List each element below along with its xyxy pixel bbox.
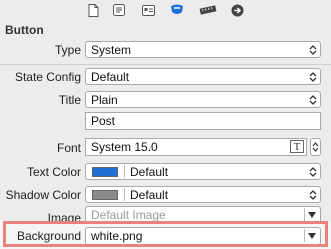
shadow-color-value: Default bbox=[130, 188, 169, 202]
section-title: Button bbox=[5, 23, 44, 37]
title-label: Title bbox=[58, 93, 81, 107]
text-color-popup[interactable]: Default bbox=[85, 163, 321, 180]
shadow-color-popup[interactable]: Default bbox=[85, 186, 321, 203]
text-color-value: Default bbox=[130, 165, 169, 179]
color-swatch bbox=[92, 190, 118, 200]
type-value: System bbox=[91, 43, 132, 57]
font-field[interactable]: System 15.0 T bbox=[85, 138, 307, 156]
up-down-chevron-icon bbox=[307, 93, 318, 106]
up-down-chevron-icon bbox=[307, 70, 318, 83]
identity-icon[interactable] bbox=[141, 3, 155, 17]
quick-help-icon[interactable] bbox=[112, 3, 126, 17]
highlight-box bbox=[3, 221, 328, 247]
title-value: Plain bbox=[91, 93, 118, 107]
attributes-icon[interactable] bbox=[170, 3, 184, 17]
up-down-chevron-icon bbox=[307, 188, 318, 201]
divider bbox=[124, 188, 125, 201]
state-config-popup[interactable]: Default bbox=[85, 68, 321, 85]
color-swatch bbox=[92, 167, 118, 177]
file-icon[interactable] bbox=[86, 3, 100, 17]
connections-arrow-icon[interactable] bbox=[230, 3, 244, 17]
shadow-color-label: Shadow Color bbox=[5, 188, 81, 202]
up-down-chevron-icon bbox=[307, 165, 318, 178]
type-popup[interactable]: System bbox=[85, 41, 321, 58]
button-section-header: Button bbox=[0, 20, 331, 38]
state-config-value: Default bbox=[91, 70, 130, 84]
inspector-toolbar bbox=[0, 0, 331, 20]
divider bbox=[0, 64, 331, 65]
font-picker-icon[interactable]: T bbox=[290, 140, 304, 153]
divider bbox=[124, 165, 125, 178]
font-label: Font bbox=[56, 141, 81, 155]
title-popup[interactable]: Plain bbox=[85, 91, 321, 108]
type-label: Type bbox=[54, 43, 81, 57]
state-config-label: State Config bbox=[14, 70, 81, 84]
text-color-label: Text Color bbox=[26, 165, 81, 179]
font-value: System 15.0 bbox=[91, 140, 158, 154]
font-size-stepper[interactable] bbox=[310, 138, 321, 156]
chevron-down-icon[interactable] bbox=[304, 208, 318, 221]
title-text-field[interactable]: Post bbox=[85, 112, 321, 130]
size-ruler-icon[interactable] bbox=[199, 3, 217, 17]
up-down-chevron-icon bbox=[307, 43, 318, 56]
title-text-value: Post bbox=[91, 114, 116, 128]
image-placeholder: Default Image bbox=[91, 208, 166, 222]
